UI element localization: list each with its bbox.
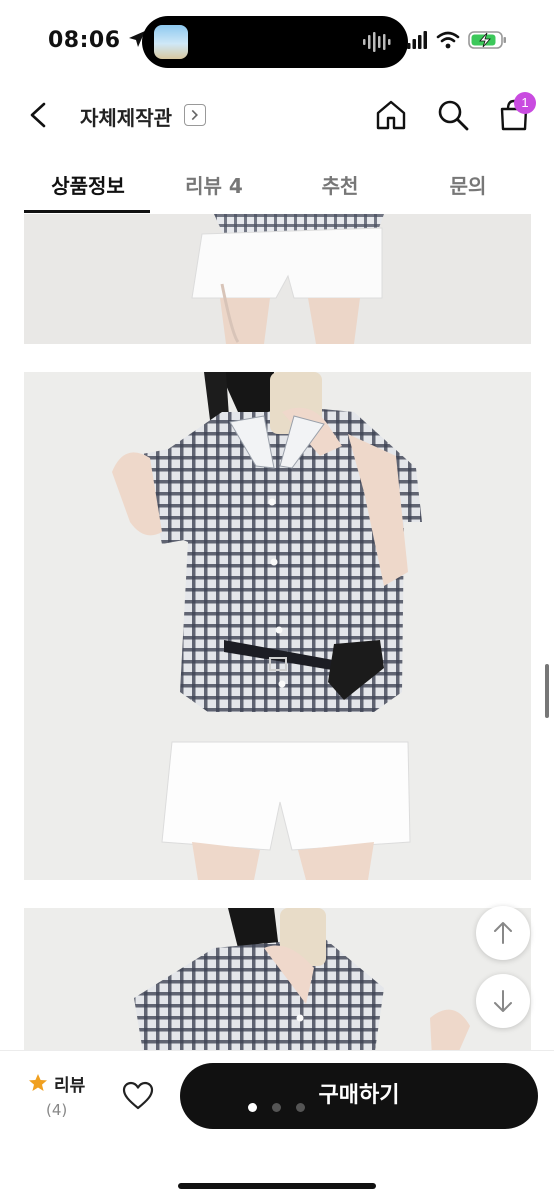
bottom-action-bar: 리뷰 (4) 구매하기 (0, 1050, 554, 1200)
star-icon (29, 1074, 47, 1091)
pager-dots (248, 1103, 310, 1113)
scroll-to-top-button[interactable] (476, 906, 530, 960)
product-photo-image (24, 372, 531, 880)
review-label[interactable]: 리뷰 (54, 1071, 85, 1096)
cart-count-badge: 1 (514, 92, 536, 114)
chevron-right-icon[interactable] (184, 104, 206, 126)
island-app-thumbnail-icon (154, 25, 188, 59)
product-tabs: 상품정보 리뷰 4 추천 문의 (0, 150, 554, 214)
back-icon[interactable] (22, 98, 56, 132)
status-bar: 08:06 (0, 0, 554, 84)
pager-dot (296, 1103, 305, 1112)
search-icon[interactable] (436, 98, 470, 132)
product-photo (24, 372, 531, 880)
status-time: 08:06 (48, 28, 121, 53)
tab-product-info[interactable]: 상품정보 (24, 170, 152, 199)
scroll-to-bottom-button[interactable] (476, 974, 530, 1028)
top-header: 자체제작관 1 (0, 84, 554, 150)
signal-icon (407, 31, 427, 49)
scrollbar-thumb[interactable] (545, 664, 549, 718)
buy-button[interactable]: 구매하기 (180, 1063, 538, 1129)
tab-reviews[interactable]: 리뷰 4 (150, 170, 278, 199)
product-photo (24, 214, 531, 344)
home-indicator (178, 1183, 376, 1189)
tab-recommend[interactable]: 추천 (276, 170, 404, 199)
battery-charging-icon (468, 31, 506, 49)
tab-inquiry[interactable]: 문의 (404, 170, 532, 199)
pager-dot-active (248, 1103, 257, 1112)
arrow-down-icon (494, 990, 512, 1012)
audio-wave-icon (363, 32, 391, 52)
product-photo-image (24, 214, 531, 344)
heart-icon[interactable] (122, 1081, 154, 1111)
tab-active-indicator (24, 210, 150, 213)
wifi-icon (436, 31, 460, 49)
store-name-link[interactable]: 자체제작관 (80, 102, 172, 131)
dynamic-island (142, 16, 408, 68)
product-photo (24, 908, 531, 1058)
product-photo-image (24, 908, 531, 1058)
home-icon[interactable] (374, 98, 408, 132)
review-count: (4) (46, 1101, 68, 1119)
arrow-up-icon (494, 922, 512, 944)
pager-dot (272, 1103, 281, 1112)
